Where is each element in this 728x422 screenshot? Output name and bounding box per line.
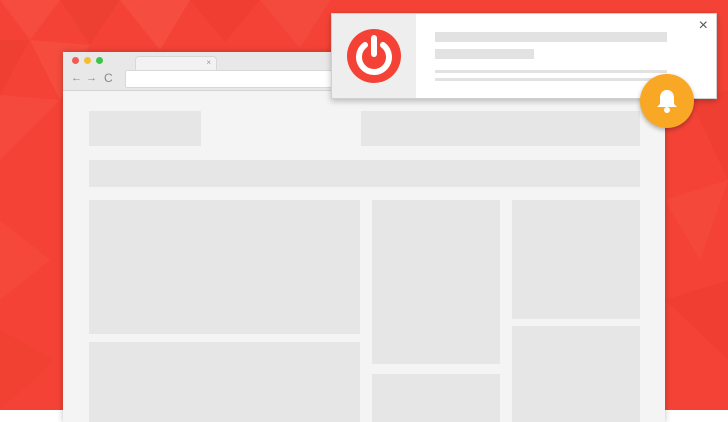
content-placeholder-logo — [89, 111, 201, 146]
notification-text-placeholder — [435, 78, 667, 81]
notification-close-icon[interactable]: × — [699, 16, 708, 36]
window-maximize-dot[interactable] — [96, 57, 103, 64]
reload-icon[interactable]: C — [104, 71, 113, 85]
notification-subtitle-placeholder — [435, 49, 534, 59]
content-placeholder-card — [372, 374, 500, 422]
window-minimize-dot[interactable] — [84, 57, 91, 64]
content-placeholder-nav — [89, 160, 640, 187]
notification-icon-area — [332, 14, 416, 98]
back-arrow-icon[interactable]: ← — [71, 71, 82, 85]
content-placeholder-card — [89, 342, 360, 422]
power-icon — [347, 29, 401, 83]
content-placeholder-card — [372, 200, 500, 364]
browser-tab[interactable]: × — [135, 56, 217, 70]
window-close-dot[interactable] — [72, 57, 79, 64]
content-placeholder-card — [512, 326, 640, 422]
tab-close-icon[interactable]: × — [206, 56, 211, 69]
content-placeholder-header — [361, 111, 640, 146]
content-placeholder-card — [512, 200, 640, 319]
notification-text-placeholder — [435, 70, 667, 73]
bell-icon — [657, 90, 677, 113]
forward-arrow-icon[interactable]: → — [86, 71, 97, 85]
content-placeholder-card — [89, 200, 360, 334]
browser-window: × ← → C — [63, 52, 665, 422]
notification-title-placeholder — [435, 32, 667, 42]
bell-badge[interactable] — [640, 74, 694, 128]
